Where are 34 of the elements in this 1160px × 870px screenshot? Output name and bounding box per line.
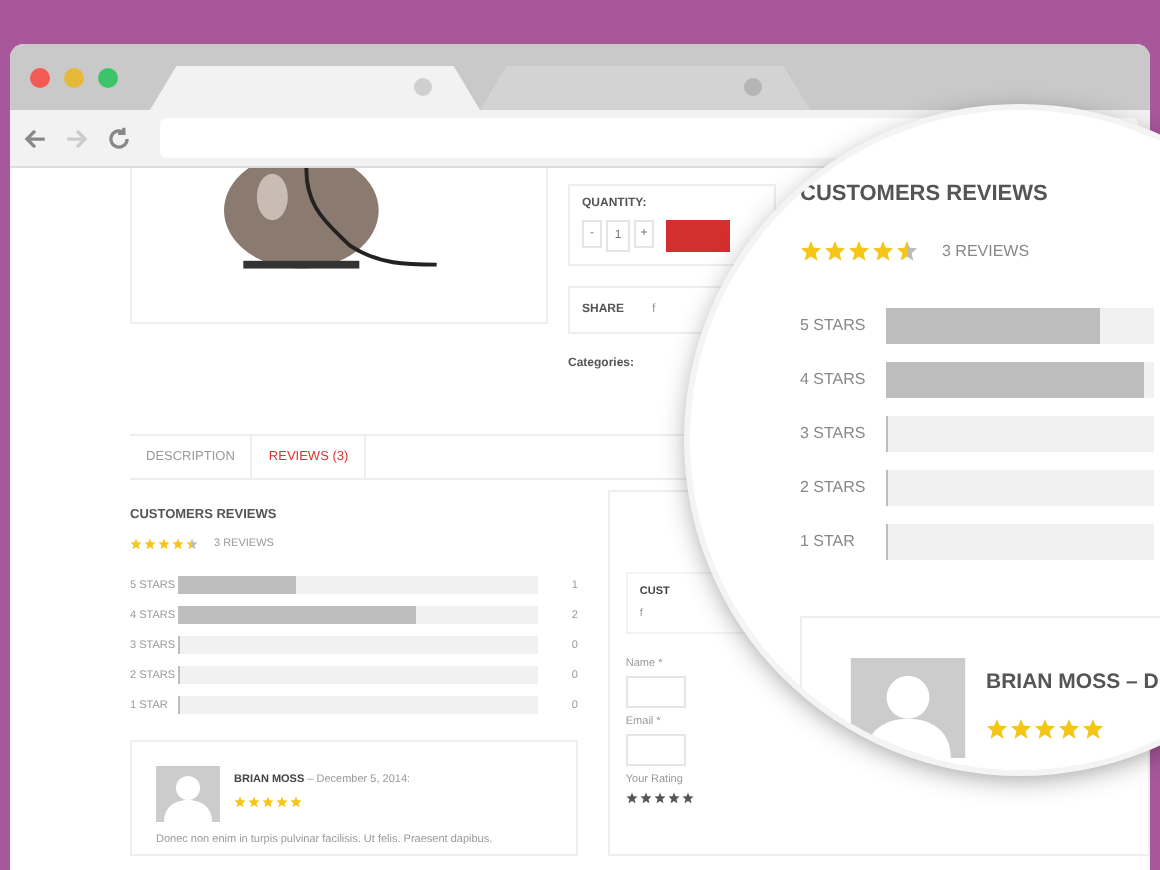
- minimize-button[interactable]: [64, 68, 84, 88]
- review-author: BRIAN MOSS – D: [986, 670, 1159, 694]
- avatar-icon: [156, 766, 220, 822]
- star-icon[interactable]: [625, 792, 638, 804]
- star-icon: [1034, 718, 1056, 740]
- star-icon[interactable]: [639, 792, 652, 804]
- star-icon: [986, 718, 1008, 740]
- star-icon: [848, 240, 870, 262]
- maximize-button[interactable]: [98, 68, 118, 88]
- star-icon[interactable]: [653, 792, 666, 804]
- star-icon: [1010, 718, 1032, 740]
- add-to-cart-button[interactable]: [666, 220, 730, 252]
- forward-icon[interactable]: [64, 125, 90, 151]
- input-field[interactable]: [625, 734, 686, 766]
- review-count: 3 REVIEWS: [942, 242, 1030, 260]
- reviews-heading: CUSTOMERS REVIEWS: [800, 182, 1050, 206]
- star-icon[interactable]: [667, 792, 680, 804]
- star-icon: [896, 240, 918, 262]
- star-icon: [872, 240, 894, 262]
- avatar-icon: [850, 658, 966, 758]
- back-icon[interactable]: [22, 125, 48, 151]
- close-button[interactable]: [30, 68, 50, 88]
- rating-label: 4 STARS: [800, 370, 868, 388]
- star-icon[interactable]: [681, 792, 694, 804]
- rating-label: 1 STAR: [800, 532, 857, 550]
- star-icon: [1082, 718, 1104, 740]
- input-field[interactable]: [625, 676, 686, 708]
- reload-icon[interactable]: [106, 125, 132, 151]
- rating-label: 3 STARS: [800, 424, 868, 442]
- star-icon: [800, 240, 822, 262]
- rating-label: 2 STARS: [800, 478, 868, 496]
- rating-label: 5 STARS: [800, 316, 868, 334]
- star-icon: [824, 240, 846, 262]
- star-icon: [1058, 718, 1080, 740]
